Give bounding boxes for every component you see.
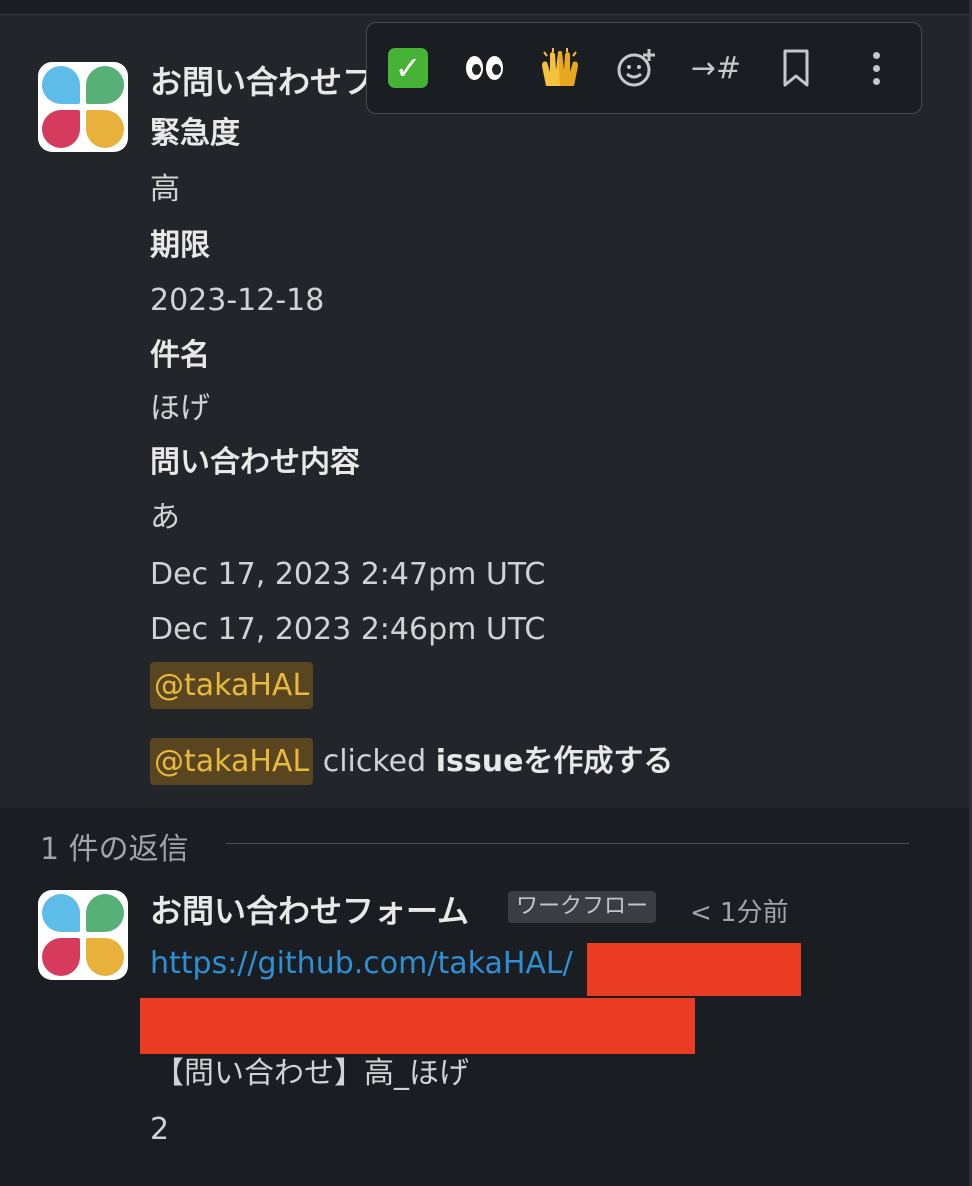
reply-avatar[interactable] <box>38 890 128 980</box>
top-divider <box>0 0 972 15</box>
mention-row: @takaHAL <box>150 662 314 709</box>
timestamp-2: Dec 17, 2023 2:46pm UTC <box>150 612 546 647</box>
forward-to-channel-icon: →# <box>690 50 742 86</box>
white-check-mark-icon: ✓ <box>388 48 428 88</box>
field-value-subject: ほげ <box>150 391 210 426</box>
add-reaction-icon <box>617 49 655 87</box>
more-actions-button[interactable] <box>849 41 903 95</box>
user-mention-clicked[interactable]: @takaHAL <box>150 738 314 785</box>
user-mention[interactable]: @takaHAL <box>150 662 314 709</box>
message-actions-toolbar: ✓ →# <box>366 22 922 114</box>
field-value-urgency: 高 <box>150 172 180 207</box>
avatar[interactable] <box>38 62 128 152</box>
avatar-green-shape <box>86 894 124 932</box>
field-label-deadline: 期限 <box>150 228 210 263</box>
clicked-action: issueを作成する <box>435 744 674 779</box>
github-link[interactable]: https://github.com/takaHAL/ <box>150 944 573 984</box>
reply-timestamp[interactable]: < 1分前 <box>690 892 789 929</box>
more-actions-icon <box>872 51 880 85</box>
reaction-eyes-button[interactable] <box>457 41 511 95</box>
field-label-subject: 件名 <box>150 338 210 373</box>
reply-sender-name[interactable]: お問い合わせフォーム <box>150 886 469 932</box>
issue-number: 2 <box>150 1112 170 1147</box>
field-label-urgency: 緊急度 <box>150 116 240 151</box>
raised-hands-icon <box>542 48 578 86</box>
workflow-badge: ワークフロー <box>508 891 657 923</box>
timestamp-1: Dec 17, 2023 2:47pm UTC <box>150 557 546 592</box>
field-value-content: あ <box>150 500 180 535</box>
bookmark-button[interactable] <box>769 41 823 95</box>
add-reaction-button[interactable] <box>609 41 663 95</box>
issue-title: 【問い合わせ】高_ほげ <box>154 1056 469 1091</box>
redaction-box <box>140 998 695 1054</box>
clicked-text: clicked <box>322 744 427 779</box>
field-value-deadline: 2023-12-18 <box>150 283 325 318</box>
redaction-box <box>587 943 801 996</box>
avatar-blue-shape <box>42 894 80 932</box>
sender-name[interactable]: お問い合わせフ <box>150 62 374 102</box>
eyes-icon <box>465 56 503 80</box>
avatar-red-shape <box>42 110 80 148</box>
reaction-check-button[interactable]: ✓ <box>381 41 435 95</box>
avatar-green-shape <box>86 66 124 104</box>
forward-to-channel-button[interactable]: →# <box>689 41 743 95</box>
reply-divider <box>226 843 909 844</box>
clicked-row: @takaHAL clicked issueを作成する <box>150 738 674 785</box>
field-label-content: 問い合わせ内容 <box>150 445 360 480</box>
avatar-yellow-shape <box>86 110 124 148</box>
avatar-red-shape <box>42 938 80 976</box>
reply-count[interactable]: 1 件の返信 <box>40 824 189 868</box>
bookmark-icon <box>783 49 809 87</box>
avatar-blue-shape <box>42 66 80 104</box>
message-highlighted[interactable] <box>0 15 969 808</box>
avatar-yellow-shape <box>86 938 124 976</box>
reaction-raised-hands-button[interactable] <box>533 41 587 95</box>
